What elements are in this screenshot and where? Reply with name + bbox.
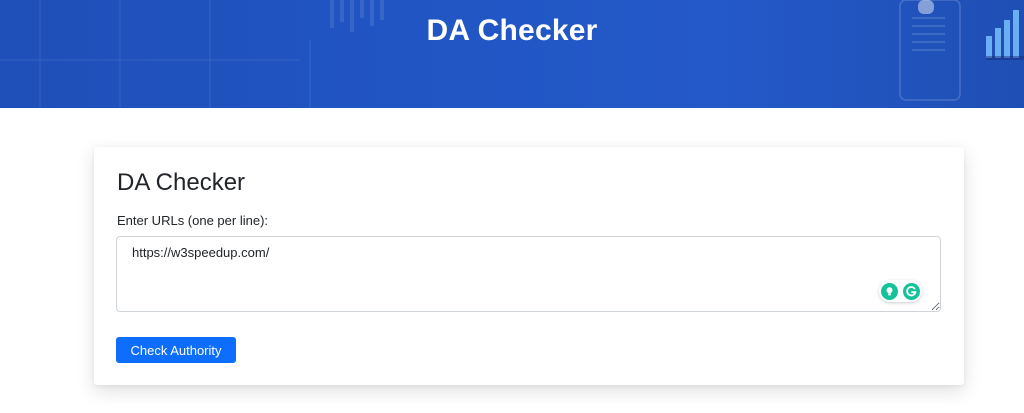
card-title: DA Checker: [117, 169, 246, 196]
hero-banner: DA Checker: [0, 0, 1024, 108]
grammarly-widget[interactable]: [879, 280, 922, 302]
lightbulb-icon[interactable]: [881, 282, 898, 300]
grammarly-icon[interactable]: [903, 282, 920, 300]
check-authority-button[interactable]: Check Authority: [116, 337, 236, 363]
checker-card: DA Checker Enter URLs (one per line): ht…: [94, 147, 964, 385]
urls-field-label: Enter URLs (one per line):: [117, 213, 269, 228]
page-title: DA Checker: [426, 14, 598, 47]
urls-textarea[interactable]: https://w3speedup.com/: [116, 236, 941, 312]
urls-textarea-wrapper: https://w3speedup.com/: [116, 236, 941, 312]
